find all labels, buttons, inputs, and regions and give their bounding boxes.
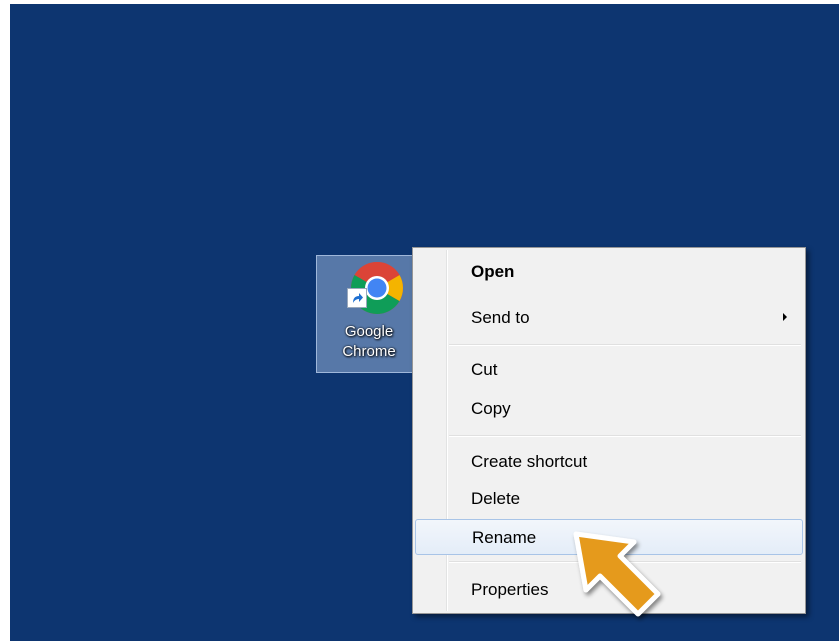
menu-item-send-to[interactable]: Send to	[415, 300, 803, 334]
menu-separator	[449, 435, 801, 437]
menu-item-label: Open	[471, 262, 515, 281]
shortcut-arrow-icon	[347, 288, 367, 308]
menu-item-create-shortcut[interactable]: Create shortcut	[415, 444, 803, 478]
pointer-arrow-icon	[570, 528, 670, 628]
menu-item-label: Send to	[471, 308, 530, 327]
menu-item-open[interactable]: Open	[415, 254, 803, 288]
menu-item-label: Copy	[471, 399, 511, 418]
menu-item-label: Delete	[471, 489, 521, 508]
desktop-icon-label: Google Chrome	[317, 322, 421, 362]
menu-separator	[449, 344, 801, 346]
label-line-1: Google	[344, 323, 394, 340]
menu-item-label: Cut	[471, 360, 498, 379]
menu-item-delete[interactable]: Delete	[415, 481, 803, 515]
label-line-2: Chrome	[342, 343, 396, 360]
menu-item-label: Create shortcut	[471, 452, 588, 471]
chrome-icon	[347, 260, 405, 316]
desktop-icon-google-chrome[interactable]: Google Chrome	[316, 255, 420, 373]
menu-item-label: Properties	[471, 580, 549, 599]
menu-item-label: Rename	[472, 528, 537, 547]
menu-item-copy[interactable]: Copy	[415, 391, 803, 425]
submenu-arrow-icon	[783, 313, 787, 321]
menu-item-cut[interactable]: Cut	[415, 352, 803, 386]
